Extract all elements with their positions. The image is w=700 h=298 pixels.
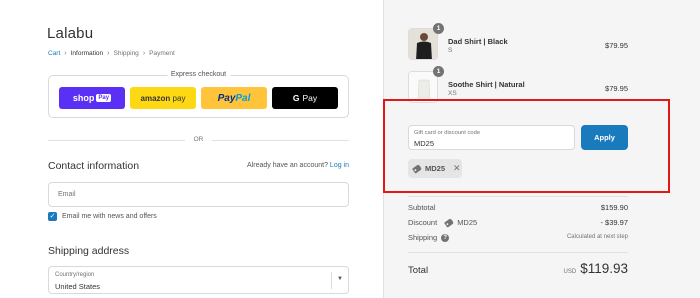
have-account-text: Already have an account? Log in	[247, 162, 349, 169]
or-label: OR	[193, 136, 204, 143]
discount-value: - $39.97	[600, 218, 628, 227]
tag-icon	[412, 163, 422, 174]
summary-divider	[408, 196, 628, 197]
total-divider	[408, 252, 628, 253]
dad-shirt-image	[409, 29, 437, 59]
tag-icon	[444, 217, 455, 228]
paypal-label-a: Pay	[217, 92, 236, 104]
paypal-label-b: Pal	[235, 92, 251, 104]
or-divider: OR	[48, 136, 349, 144]
newsletter-label: Email me with news and offers	[62, 213, 157, 220]
shop-pay-button[interactable]: shop Pay	[59, 87, 125, 109]
breadcrumb-cart[interactable]: Cart	[48, 50, 60, 57]
product-name: Soothe Shirt | Natural	[448, 80, 525, 89]
apply-button[interactable]: Apply	[581, 125, 628, 150]
divider-line	[212, 140, 349, 141]
have-account-label: Already have an account?	[247, 162, 328, 169]
total-value: $119.93	[580, 261, 628, 276]
chevron-down-icon: ▼	[337, 276, 343, 282]
shipping-label: Shipping	[408, 233, 438, 242]
breadcrumb-shipping: Shipping	[113, 50, 139, 57]
total-label: Total	[408, 265, 429, 276]
discount-code-value: MD25	[414, 139, 435, 148]
amazon-pay-button[interactable]: amazon pay	[130, 87, 196, 109]
breadcrumb: Cart › Information › Shipping › Payment	[48, 50, 175, 57]
login-link[interactable]: Log in	[330, 162, 349, 169]
subtotal-row: Subtotal $159.90	[408, 203, 628, 212]
cart-item: 1 Dad Shirt | Black S $79.95	[408, 23, 628, 60]
product-price: $79.95	[605, 84, 628, 93]
discount-code-input[interactable]: Gift card or discount code MD25	[408, 125, 575, 150]
shipping-row: Shipping ? Calculated at next step	[408, 233, 628, 242]
express-checkout-title: Express checkout	[166, 71, 231, 78]
country-value: United States	[55, 282, 101, 291]
shipping-address-title: Shipping address	[48, 245, 130, 257]
applied-discount-tag: MD25 ✕	[408, 159, 462, 178]
email-field[interactable]: Email	[48, 182, 349, 207]
breadcrumb-information: Information	[70, 50, 104, 57]
currency-code: USD	[563, 269, 577, 275]
remove-discount-icon[interactable]: ✕	[453, 163, 461, 174]
google-pay-button[interactable]: G Pay	[272, 87, 338, 109]
product-name: Dad Shirt | Black	[448, 37, 508, 46]
cart-item: 1 Soothe Shirt | Natural XS $79.95	[408, 66, 628, 103]
subtotal-label: Subtotal	[408, 203, 436, 212]
shop-pay-box: Pay	[96, 94, 112, 102]
discount-label: Discount	[408, 218, 438, 227]
contact-title: Contact information	[48, 160, 140, 172]
country-label: Country/region	[55, 272, 95, 278]
paypal-button[interactable]: Pay Pal	[201, 87, 267, 109]
email-placeholder: Email	[58, 191, 76, 198]
quantity-badge: 1	[433, 23, 444, 34]
chevron-right-icon: ›	[64, 50, 67, 57]
discount-row-code: MD25	[457, 218, 478, 227]
chevron-right-icon: ›	[142, 50, 146, 57]
product-variant: S	[448, 47, 453, 54]
country-select[interactable]: Country/region United States ▼	[48, 266, 349, 294]
newsletter-checkbox[interactable]: ✓	[48, 212, 57, 221]
express-checkout: Express checkout shop Pay amazon pay Pay…	[48, 71, 349, 118]
divider-line	[48, 140, 185, 141]
google-icon: G	[292, 93, 300, 103]
select-divider	[331, 272, 332, 289]
breadcrumb-payment: Payment	[149, 50, 175, 57]
subtotal-value: $159.90	[600, 203, 628, 212]
shipping-value: Calculated at next step	[566, 234, 628, 240]
google-pay-label: Pay	[302, 93, 318, 103]
amazon-label: amazon	[140, 93, 171, 103]
chevron-right-icon: ›	[107, 50, 110, 57]
amazon-pay-label: pay	[170, 93, 186, 103]
checkout-main-panel: Lalabu Cart › Information › Shipping › P…	[0, 0, 383, 298]
quantity-badge: 1	[433, 66, 444, 77]
discount-code-label: Gift card or discount code	[414, 130, 481, 136]
shop-pay-label: shop	[72, 93, 95, 103]
help-icon[interactable]: ?	[441, 233, 450, 242]
discount-row: Discount MD25 - $39.97	[408, 217, 628, 228]
product-variant: XS	[448, 90, 457, 97]
newsletter-option[interactable]: ✓ Email me with news and offers	[48, 212, 157, 221]
applied-discount-code: MD25	[425, 164, 446, 173]
product-thumbnail	[408, 28, 438, 60]
total-amount: USD $119.93	[564, 261, 628, 276]
store-logo[interactable]: Lalabu	[47, 25, 93, 42]
product-price: $79.95	[605, 41, 628, 50]
